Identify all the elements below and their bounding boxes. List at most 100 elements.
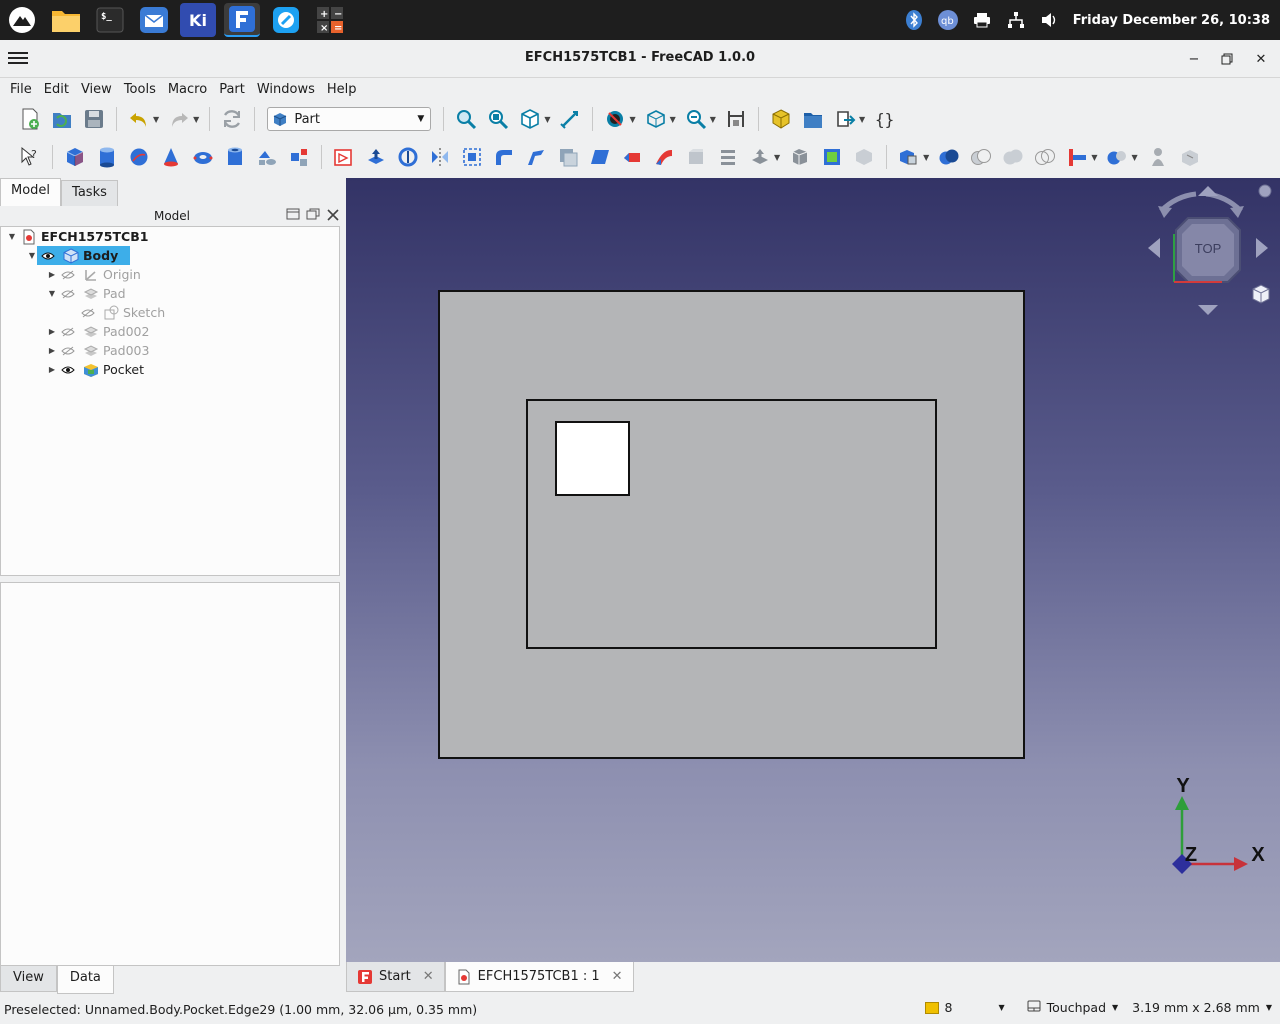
measure-distance-icon[interactable] [722, 105, 750, 133]
tab-start[interactable]: Start ✕ [346, 962, 445, 992]
revolve-icon[interactable] [394, 143, 422, 171]
cut-icon[interactable] [967, 143, 995, 171]
menu-tools[interactable]: Tools [118, 82, 162, 97]
dock-restore-icon[interactable] [306, 208, 320, 225]
menu-windows[interactable]: Windows [251, 82, 321, 97]
defeaturing-icon[interactable] [1176, 143, 1204, 171]
menu-file[interactable]: File [4, 82, 38, 97]
tree-row-pocket[interactable]: ▶ Pocket [47, 360, 144, 379]
menu-view[interactable]: View [75, 82, 118, 97]
tree-row-document[interactable]: ▼ EFCH1575TCB1 [7, 227, 148, 246]
menu-part[interactable]: Part [213, 82, 251, 97]
tree-row-sketch[interactable]: Sketch [77, 303, 165, 322]
hidden-eye-icon[interactable] [81, 307, 95, 319]
measure-icon[interactable] [556, 105, 584, 133]
printer-icon[interactable] [971, 9, 993, 31]
arrow-right-icon[interactable] [1256, 238, 1268, 258]
tab-tasks[interactable]: Tasks [61, 180, 118, 206]
navigation-cube[interactable]: TOP [1148, 184, 1272, 315]
create-group-icon[interactable] [799, 105, 827, 133]
tree-row-pad002[interactable]: ▶ Pad002 [47, 322, 150, 341]
cylinder-icon[interactable] [93, 143, 121, 171]
cone-icon[interactable] [157, 143, 185, 171]
navigation-style[interactable]: Touchpad [1047, 1000, 1106, 1015]
torus-icon[interactable] [189, 143, 217, 171]
join-features-icon[interactable] [1063, 143, 1091, 171]
notification-icon[interactable] [924, 1001, 939, 1014]
cube-icon[interactable] [61, 143, 89, 171]
draw-style-dropdown-icon[interactable]: ▼ [629, 115, 635, 124]
close-tab-icon[interactable]: ✕ [612, 969, 623, 984]
kicad-icon[interactable]: Ki [180, 3, 216, 37]
shape-builder-icon[interactable] [285, 143, 313, 171]
isometric-view-icon[interactable] [516, 105, 544, 133]
visibility-eye-icon[interactable] [61, 364, 75, 376]
part-from-sketch-icon[interactable] [330, 143, 358, 171]
sphere-icon[interactable] [125, 143, 153, 171]
visibility-eye-icon[interactable] [41, 250, 55, 262]
color-per-face-icon[interactable] [850, 143, 878, 171]
mail-icon[interactable] [136, 3, 172, 37]
navcube-menu-icon[interactable] [1258, 184, 1272, 198]
draw-style-icon[interactable] [601, 105, 629, 133]
chevron-right-icon[interactable]: ▶ [47, 365, 57, 374]
undo-icon[interactable] [125, 105, 153, 133]
extrude-icon[interactable] [362, 143, 390, 171]
fuse-icon[interactable] [999, 143, 1027, 171]
minimize-button[interactable]: − [1183, 48, 1205, 70]
macro-braces-icon[interactable]: {} [871, 105, 899, 133]
link-actions-icon[interactable] [831, 105, 859, 133]
section-icon[interactable] [682, 143, 710, 171]
cross-sections-icon[interactable] [714, 143, 742, 171]
arrow-down-icon[interactable] [1198, 305, 1218, 315]
ruled-surface-icon[interactable] [586, 143, 614, 171]
bounding-box-dropdown-icon[interactable]: ▼ [670, 115, 676, 124]
hidden-eye-icon[interactable] [61, 345, 75, 357]
projection-icon[interactable] [818, 143, 846, 171]
maximize-button[interactable] [1216, 48, 1238, 70]
close-tab-icon[interactable]: ✕ [423, 969, 434, 984]
workbench-selector[interactable]: Part ▼ [267, 107, 432, 131]
square-hole[interactable] [555, 421, 630, 496]
chevron-down-icon[interactable]: ▼ [1266, 1003, 1272, 1012]
terminal-icon[interactable]: $_ [92, 3, 128, 37]
split-dropdown-icon[interactable]: ▼ [1131, 153, 1137, 162]
fit-selection-icon[interactable] [484, 105, 512, 133]
chevron-right-icon[interactable]: ▶ [47, 346, 57, 355]
compound-tools-icon[interactable] [895, 143, 923, 171]
boolean-icon[interactable] [935, 143, 963, 171]
compound-dropdown-icon[interactable]: ▼ [923, 153, 929, 162]
redo-icon[interactable] [165, 105, 193, 133]
menu-macro[interactable]: Macro [162, 82, 213, 97]
chamfer-icon[interactable] [522, 143, 550, 171]
zoom-dropdown-icon[interactable]: ▼ [710, 115, 716, 124]
tab-view[interactable]: View [0, 966, 57, 992]
whats-this-icon[interactable]: ? [16, 143, 44, 171]
dock-close-icon[interactable] [326, 208, 340, 225]
tab-document[interactable]: EFCH1575TCB1 : 1 ✕ [444, 962, 634, 992]
volume-icon[interactable] [1039, 9, 1061, 31]
new-document-icon[interactable] [16, 105, 44, 133]
create-part-icon[interactable] [767, 105, 795, 133]
chevron-right-icon[interactable]: ▶ [47, 270, 57, 279]
close-window-button[interactable]: ✕ [1250, 48, 1272, 70]
home-view-icon[interactable] [1252, 284, 1270, 304]
clock[interactable]: Friday December 26, 10:38 [1073, 13, 1270, 28]
arrow-left-icon[interactable] [1148, 238, 1160, 258]
file-manager-icon[interactable] [48, 3, 84, 37]
splitting-tools-icon[interactable] [1103, 143, 1131, 171]
refresh-icon[interactable] [218, 105, 246, 133]
chevron-down-icon[interactable]: ▼ [47, 289, 57, 298]
calculator-icon[interactable]: + − × = [312, 3, 348, 37]
launcher-icon[interactable] [4, 3, 40, 37]
scale-icon[interactable] [458, 143, 486, 171]
save-icon[interactable] [80, 105, 108, 133]
bounding-box-icon[interactable] [642, 105, 670, 133]
make-face-icon[interactable] [554, 143, 582, 171]
view-dimensions[interactable]: 3.19 mm x 2.68 mm [1132, 1000, 1260, 1015]
tube-icon[interactable] [221, 143, 249, 171]
hidden-eye-icon[interactable] [61, 288, 75, 300]
freecad-icon[interactable] [224, 3, 260, 37]
thickness-icon[interactable] [786, 143, 814, 171]
qbittorrent-icon[interactable]: qb [937, 9, 959, 31]
